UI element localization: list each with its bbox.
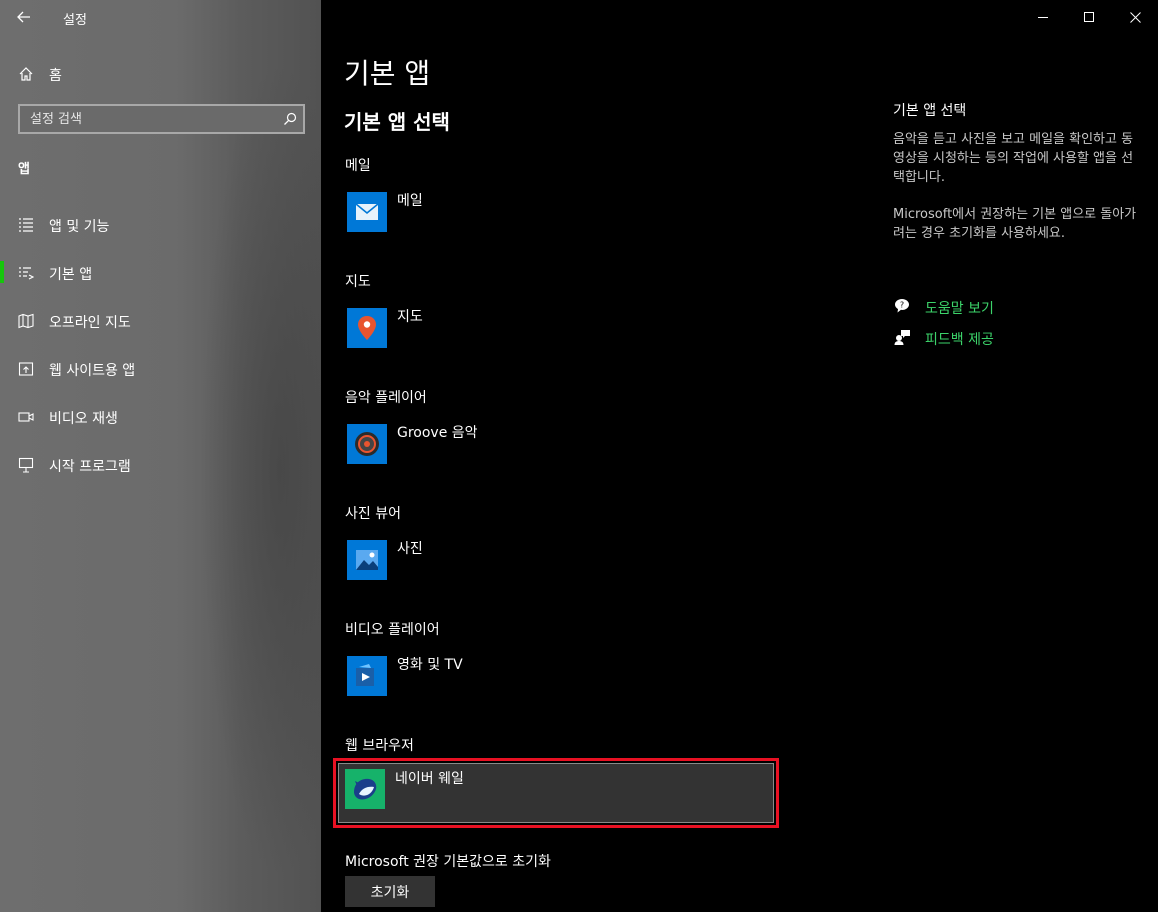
app-name: 사진 [397, 541, 423, 557]
category-label-video-player: 비디오 플레이어 [345, 622, 440, 638]
maximize-icon [1083, 11, 1094, 22]
related-description: 음악을 듣고 사진을 보고 메일을 확인하고 동영상을 시청하는 등의 작업에 … [893, 132, 1134, 185]
sidebar-item-video-playback[interactable]: 비디오 재생 [0, 400, 321, 448]
default-app-photo-viewer[interactable]: 사진 [345, 534, 775, 584]
app-name: 지도 [397, 309, 423, 325]
reset-button[interactable]: 초기화 [345, 876, 435, 907]
app-name: 네이버 웨일 [395, 771, 464, 787]
minimize-button[interactable] [1020, 0, 1066, 34]
sidebar: 설정 홈 앱 앱 및 기능 기본 앱 [0, 0, 321, 912]
sidebar-item-label: 앱 및 기능 [49, 219, 110, 235]
close-icon [1129, 11, 1141, 23]
sidebar-item-startup[interactable]: 시작 프로그램 [0, 448, 321, 496]
naver-whale-icon [345, 769, 385, 809]
category-label-mail: 메일 [345, 158, 371, 174]
default-app-web-browser[interactable]: 네이버 웨일 [333, 758, 779, 828]
sidebar-item-label: 시작 프로그램 [49, 459, 131, 475]
app-name: 메일 [397, 193, 423, 209]
reset-description: Microsoft 권장 기본값으로 초기화 [345, 854, 551, 870]
offline-maps-icon [18, 313, 34, 329]
window-controls [1020, 0, 1158, 34]
sidebar-item-default-apps[interactable]: 기본 앱 [0, 256, 321, 304]
default-app-mail[interactable]: 메일 [345, 186, 775, 236]
default-app-maps[interactable]: 지도 [345, 302, 775, 352]
related-panel: 기본 앱 선택 음악을 듣고 사진을 보고 메일을 확인하고 동영상을 시청하는… [893, 100, 1143, 357]
default-apps-icon [19, 267, 34, 280]
home-icon [19, 67, 33, 81]
back-button[interactable] [10, 4, 38, 30]
category-label-photo-viewer: 사진 뷰어 [345, 506, 401, 522]
sidebar-item-label: 웹 사이트용 앱 [49, 363, 136, 379]
apps-features-icon [19, 218, 33, 232]
maps-icon [347, 308, 387, 348]
app-name: Groove 음악 [397, 425, 478, 441]
photos-icon [347, 540, 387, 580]
default-app-video-player[interactable]: 영화 및 TV [345, 650, 775, 700]
sidebar-item-label: 기본 앱 [49, 267, 93, 283]
feedback-link-label[interactable]: 피드백 제공 [925, 329, 994, 349]
mail-icon [347, 192, 387, 232]
sidebar-item-apps-features[interactable]: 앱 및 기능 [0, 208, 321, 256]
help-link-label[interactable]: 도움말 보기 [925, 298, 994, 318]
related-title: 기본 앱 선택 [893, 103, 967, 119]
category-label-web-browser: 웹 브라우저 [345, 738, 414, 754]
groove-music-icon [347, 424, 387, 464]
sidebar-item-offline-maps[interactable]: 오프라인 지도 [0, 304, 321, 352]
sidebar-item-apps-for-websites[interactable]: 웹 사이트용 앱 [0, 352, 321, 400]
feedback-icon [894, 330, 910, 345]
page-title: 기본 앱 [344, 57, 431, 90]
category-label-music-player: 음악 플레이어 [345, 390, 427, 406]
sidebar-section-title: 앱 [18, 162, 30, 177]
back-arrow-icon [17, 11, 30, 23]
default-app-music-player[interactable]: Groove 음악 [345, 418, 775, 468]
sidebar-item-label: 비디오 재생 [49, 411, 118, 427]
feedback-link[interactable]: 피드백 제공 [893, 326, 1143, 357]
title-bar: 설정 [0, 0, 321, 34]
category-label-maps: 지도 [345, 274, 371, 290]
window-title: 설정 [63, 13, 87, 28]
search-icon[interactable] [283, 112, 297, 126]
movies-tv-icon [347, 656, 387, 696]
sidebar-nav: 앱 및 기능 기본 앱 오프라인 지도 웹 사이트용 앱 비디오 재생 시작 프… [0, 208, 321, 496]
search-input[interactable] [20, 106, 275, 132]
apps-for-websites-icon [18, 362, 34, 376]
search-box[interactable] [18, 104, 305, 134]
related-description-2: Microsoft에서 권장하는 기본 앱으로 돌아가려는 경우 초기화를 사용… [893, 207, 1137, 241]
main-content: 기본 앱 기본 앱 선택 메일 메일 지도 지도 음악 플레이어 Groove … [321, 0, 1158, 912]
sidebar-item-label: 오프라인 지도 [49, 315, 131, 331]
startup-icon [18, 457, 34, 473]
help-icon: ? [895, 299, 909, 313]
page-subtitle: 기본 앱 선택 [344, 110, 450, 134]
sidebar-item-home[interactable]: 홈 [0, 58, 321, 90]
close-button[interactable] [1112, 0, 1158, 34]
help-link[interactable]: ? 도움말 보기 [893, 295, 1143, 326]
minimize-icon [1037, 16, 1048, 18]
video-playback-icon [18, 412, 34, 422]
app-name: 영화 및 TV [397, 657, 463, 673]
maximize-button[interactable] [1066, 0, 1112, 34]
svg-text:?: ? [900, 301, 904, 310]
sidebar-home-label: 홈 [49, 68, 62, 84]
